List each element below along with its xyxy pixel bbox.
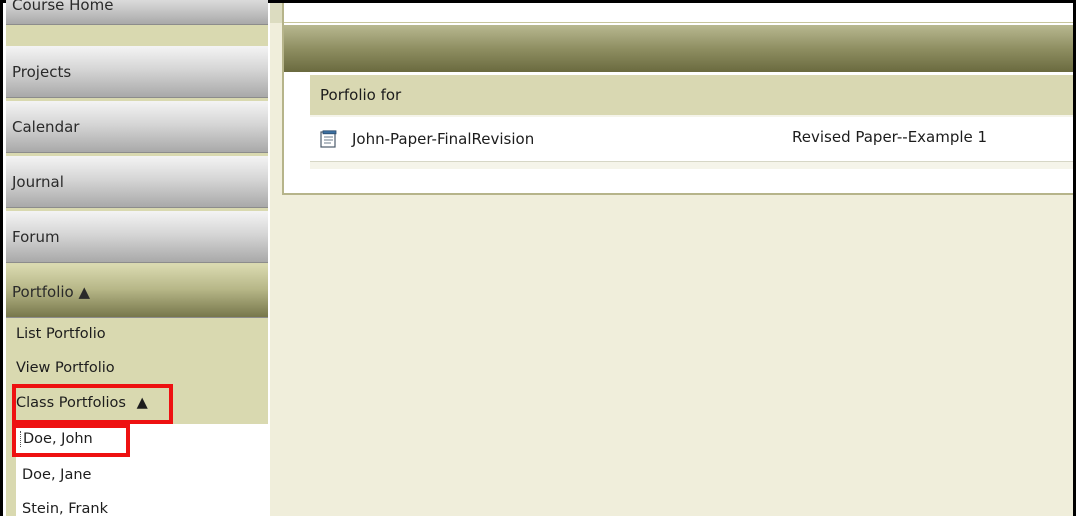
sidebar: Course Home Projects Calendar Journal Fo…	[6, 0, 268, 516]
nav-projects[interactable]: Projects	[6, 46, 268, 98]
main-content: Porfolio for John-Paper-FinalRevision Re…	[270, 3, 1073, 516]
table-row: John-Paper-FinalRevision Revised Paper--…	[310, 117, 1073, 162]
highlight-box-doe-john	[12, 424, 130, 457]
portfolio-table: Porfolio for John-Paper-FinalRevision Re…	[310, 75, 1073, 169]
student-name: Stein, Frank	[22, 501, 108, 516]
nav-journal[interactable]: Journal	[6, 156, 268, 208]
nav-journal-label: Journal	[12, 173, 64, 191]
portfolio-header: Porfolio for	[310, 75, 1073, 115]
menu-view-portfolio[interactable]: View Portfolio	[16, 360, 115, 376]
student-item-stein-frank[interactable]: Stein, Frank	[22, 501, 108, 516]
nav-course-home[interactable]: Course Home	[6, 0, 268, 25]
document-icon	[320, 130, 337, 148]
nav-projects-label: Projects	[12, 63, 72, 81]
menu-list-portfolio[interactable]: List Portfolio	[16, 326, 106, 342]
file-description: Revised Paper--Example 1	[792, 128, 988, 146]
nav-portfolio-label: Portfolio ▲	[12, 283, 91, 301]
highlight-box-class-portfolios	[12, 384, 173, 424]
menu-view-portfolio-label: View Portfolio	[16, 360, 115, 376]
nav-calendar[interactable]: Calendar	[6, 101, 268, 153]
nav-portfolio[interactable]: Portfolio ▲	[6, 266, 268, 318]
file-link[interactable]: John-Paper-FinalRevision	[352, 130, 534, 148]
content-panel: Porfolio for John-Paper-FinalRevision Re…	[282, 3, 1073, 195]
student-name: Doe, Jane	[22, 467, 92, 483]
nav-forum-label: Forum	[12, 228, 60, 246]
panel-top	[284, 3, 1073, 23]
nav-calendar-label: Calendar	[12, 118, 80, 136]
panel-title-bar	[284, 25, 1073, 72]
nav-forum[interactable]: Forum	[6, 211, 268, 263]
menu-list-portfolio-label: List Portfolio	[16, 326, 106, 342]
student-item-doe-jane[interactable]: Doe, Jane	[22, 467, 91, 483]
nav-course-home-label: Course Home	[12, 0, 114, 14]
